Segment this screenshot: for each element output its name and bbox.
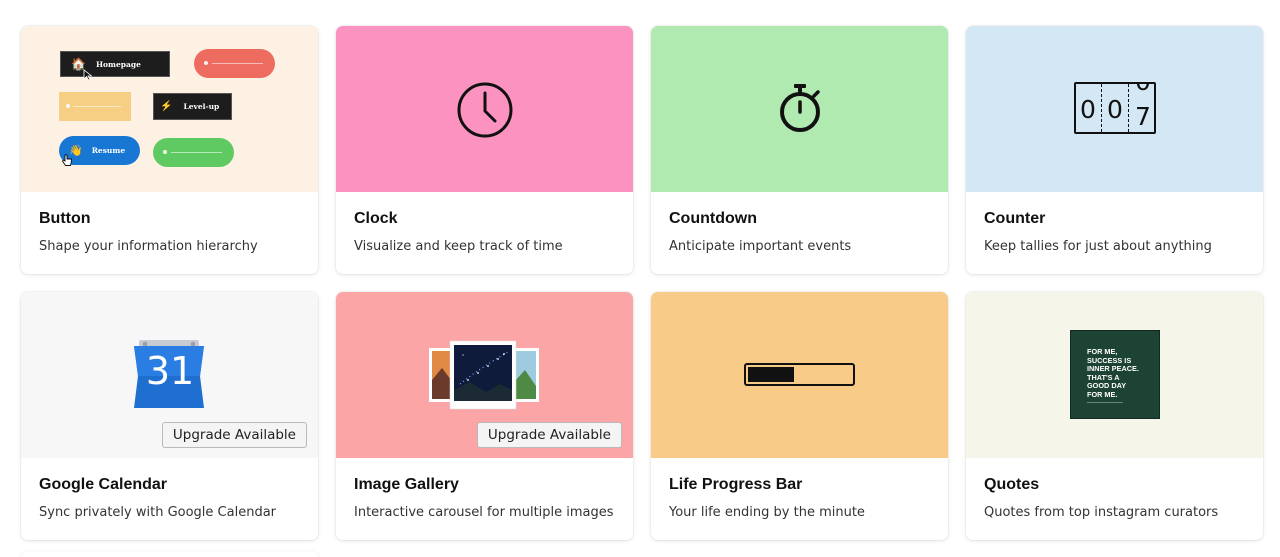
clock-icon [457,82,513,138]
counter-digit: 0 [1107,95,1123,124]
card-description: Keep tallies for just about anything [984,239,1212,254]
card-title: Counter [984,210,1046,227]
card-title: Clock [354,210,398,227]
upgrade-available-badge[interactable]: Upgrade Available [476,422,622,448]
widget-card-button[interactable]: 🏠 Homepage ⚡ Level-up 👋 Resume Button Sh… [21,26,318,274]
card-title: Button [39,210,91,227]
quote-image: FOR ME, SUCCESS IS INNER PEACE. THAT'S A… [1070,330,1160,419]
widget-card-image-gallery[interactable]: Upgrade Available Image Gallery Interact… [336,292,633,540]
card-title: Quotes [984,476,1040,493]
red-slider-sample [194,49,275,78]
progress-bar-fill [748,367,795,382]
widget-card-clock[interactable]: Clock Visualize and keep track of time [336,26,633,274]
upgrade-available-badge[interactable]: Upgrade Available [161,422,307,448]
life-progress-preview-thumbnail [651,292,948,458]
card-title: Life Progress Bar [669,476,803,493]
card-title: Image Gallery [354,476,459,493]
clock-preview-thumbnail [336,26,633,192]
card-title: Countdown [669,210,757,227]
image-gallery-preview-thumbnail: Upgrade Available [336,292,633,458]
photo-stack-icon [429,340,539,410]
quote-text: FOR ME, SUCCESS IS INNER PEACE. THAT'S A… [1087,347,1139,399]
counter-digit: 0 [1080,95,1096,124]
card-description: Visualize and keep track of time [354,239,563,254]
widget-card-life-progress-bar[interactable]: Life Progress Bar Your life ending by th… [651,292,948,540]
lightning-icon: ⚡ [160,101,173,112]
card-description: Sync privately with Google Calendar [39,505,277,520]
widget-card-quotes[interactable]: FOR ME, SUCCESS IS INNER PEACE. THAT'S A… [966,292,1263,540]
card-description: Shape your information hierarchy [39,239,258,254]
calendar-day-number: 31 [145,349,195,393]
stopwatch-icon [780,84,820,132]
next-row-card-edge [21,552,318,557]
progress-bar-icon [744,363,855,386]
card-description: Quotes from top instagram curators [984,505,1219,520]
google-calendar-preview-thumbnail: 31 Upgrade Available [21,292,318,458]
card-description: Interactive carousel for multiple images [354,505,614,520]
levelup-button-sample: ⚡ Level-up [153,93,232,120]
widget-card-counter[interactable]: 0 0 7 0 Counter Keep tallies for just ab… [966,26,1263,274]
cursor-icon [83,69,93,81]
counter-preview-thumbnail: 0 0 7 0 [966,26,1263,192]
widget-card-countdown[interactable]: Countdown Anticipate important events [651,26,948,274]
homepage-button-sample: 🏠 Homepage [60,51,170,77]
countdown-preview-thumbnail [651,26,948,192]
card-title: Google Calendar [39,476,168,493]
widget-card-google-calendar[interactable]: 31 Upgrade Available Google Calendar Syn… [21,292,318,540]
counter-digit: 7 [1135,102,1151,131]
card-description: Your life ending by the minute [669,505,865,520]
button-preview-thumbnail: 🏠 Homepage ⚡ Level-up 👋 Resume [21,26,318,192]
green-slider-sample [153,138,234,167]
yellow-slider-sample [59,92,131,121]
flip-counter-icon: 0 0 7 0 [1074,82,1156,134]
pointer-cursor-icon [61,154,72,166]
counter-next-digit: 0 [1135,84,1151,94]
card-description: Anticipate important events [669,239,852,254]
quotes-preview-thumbnail: FOR ME, SUCCESS IS INNER PEACE. THAT'S A… [966,292,1263,458]
